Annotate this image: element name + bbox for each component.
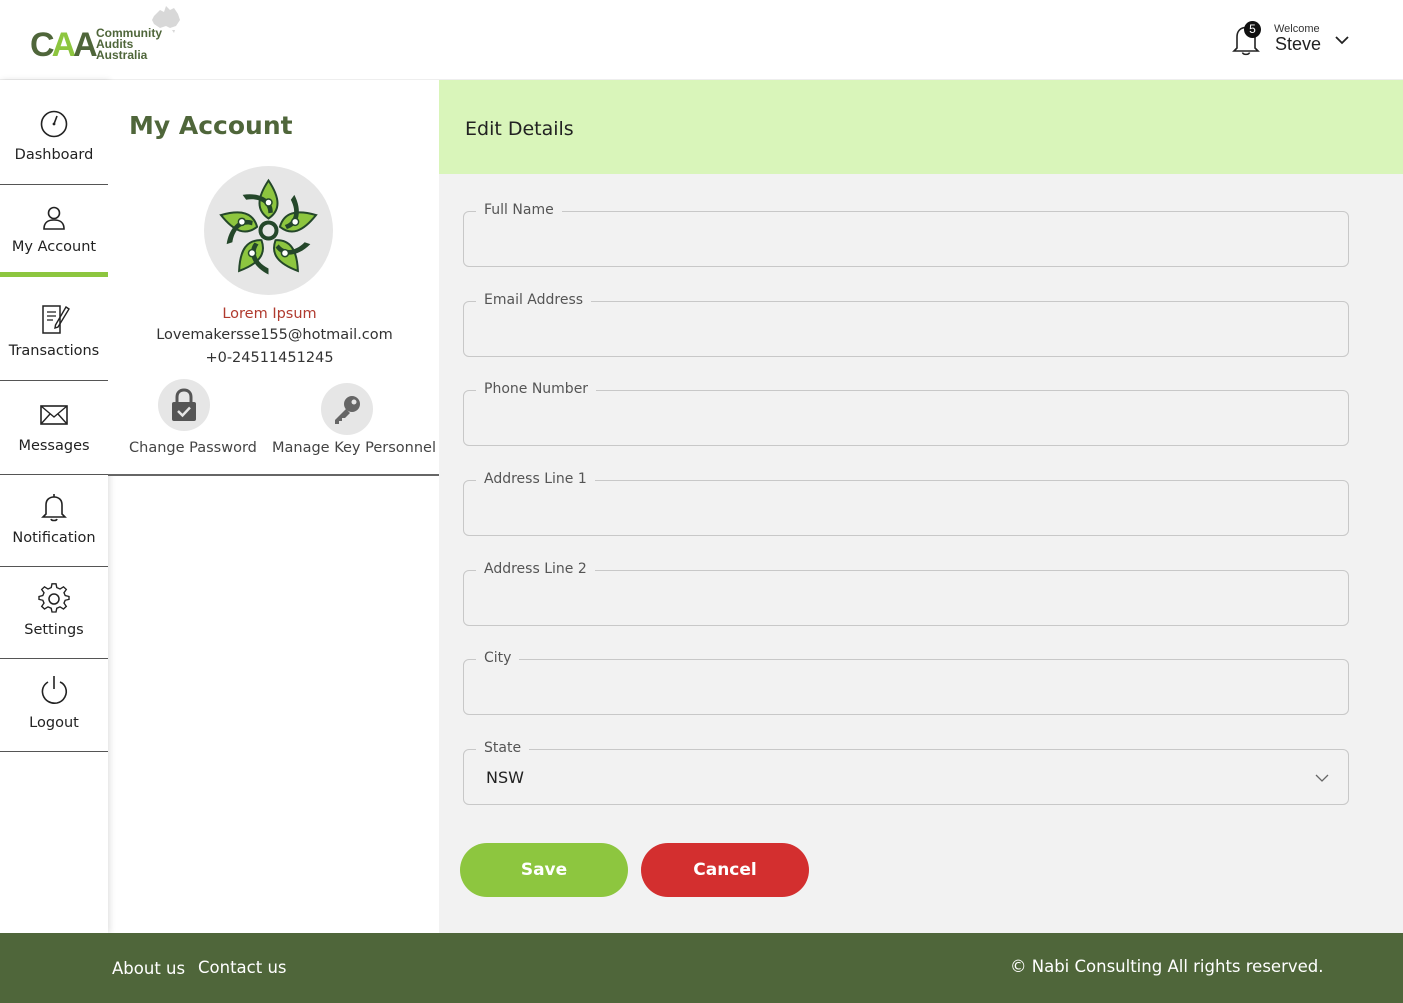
save-button[interactable]: Save: [460, 843, 628, 897]
page-title: My Account: [129, 111, 293, 140]
power-icon: [41, 676, 68, 704]
email-address-input[interactable]: [464, 302, 1348, 356]
city-field[interactable]: City: [463, 650, 1349, 715]
copyright-text: © Nabi Consulting All rights reserved.: [1010, 957, 1324, 976]
cancel-button[interactable]: Cancel: [641, 843, 809, 897]
sidebar-item-settings[interactable]: Settings: [0, 567, 108, 659]
speedometer-icon: [40, 110, 68, 138]
chevron-down-icon: [1315, 774, 1329, 782]
key-icon: [335, 396, 360, 424]
chevron-down-icon[interactable]: [1333, 31, 1351, 49]
logo-text: Community Audits Australia: [96, 26, 162, 62]
phone-number-label: Phone Number: [476, 381, 597, 397]
sidebar-item-dashboard[interactable]: Dashboard: [0, 80, 108, 185]
address-line-1-label: Address Line 1: [476, 471, 595, 487]
address-line-2-field[interactable]: Address Line 2: [463, 561, 1349, 626]
envelope-icon: [40, 405, 68, 425]
full-name-label: Full Name: [476, 202, 562, 218]
flower-emblem-icon: [219, 178, 318, 275]
sidebar-item-transactions[interactable]: Transactions: [0, 277, 108, 381]
account-email: Lovemakersse155@hotmail.com: [156, 327, 393, 343]
gear-icon: [38, 583, 70, 613]
state-selected-value: NSW: [486, 768, 524, 787]
logo-mark: CAA: [30, 26, 98, 64]
sidebar-item-messages[interactable]: Messages: [0, 381, 108, 475]
caa-logo[interactable]: CAA Community Audits Australia: [30, 4, 190, 64]
user-icon: [43, 206, 65, 230]
address-line-2-input[interactable]: [464, 571, 1348, 625]
edit-details-header: Edit Details: [439, 80, 1403, 174]
edit-details-panel: Edit Details Full Name Email Address Pho…: [439, 80, 1403, 933]
phone-number-field[interactable]: Phone Number: [463, 381, 1349, 446]
account-name: Lorem Ipsum: [222, 306, 317, 322]
full-name-field[interactable]: Full Name: [463, 202, 1349, 267]
manage-key-personnel-circle: [321, 383, 373, 435]
sidebar-item-my-account[interactable]: My Account: [0, 185, 108, 277]
sidebar-item-notification[interactable]: Notification: [0, 475, 108, 567]
about-us-link[interactable]: About us: [112, 959, 185, 978]
phone-number-input[interactable]: [464, 391, 1348, 445]
city-input[interactable]: [464, 660, 1348, 714]
top-header: CAA Community Audits Australia 5 Welcome…: [0, 0, 1403, 80]
contact-us-link[interactable]: Contact us: [198, 958, 287, 977]
notification-bell-button[interactable]: 5: [1231, 21, 1261, 57]
edit-details-title: Edit Details: [465, 118, 574, 140]
document-pen-icon: [42, 305, 70, 334]
email-address-field[interactable]: Email Address: [463, 292, 1349, 357]
full-name-input[interactable]: [464, 212, 1348, 266]
email-address-label: Email Address: [476, 292, 592, 308]
address-line-1-field[interactable]: Address Line 1: [463, 471, 1349, 536]
state-select[interactable]: State NSW: [463, 740, 1349, 805]
lock-icon: [172, 388, 196, 421]
city-label: City: [476, 650, 520, 666]
sidebar-item-logout[interactable]: Logout: [0, 659, 108, 752]
address-line-1-input[interactable]: [464, 481, 1348, 535]
footer: About us Contact us © Nabi Consulting Al…: [0, 933, 1403, 1003]
bell-icon: [41, 494, 67, 522]
sidebar: Dashboard My Account Transactions Messag…: [0, 80, 108, 933]
user-name[interactable]: Steve: [1275, 34, 1321, 55]
change-password-circle: [158, 379, 210, 431]
address-line-2-label: Address Line 2: [476, 561, 595, 577]
state-label: State: [476, 740, 530, 756]
notification-count-badge: 5: [1244, 21, 1261, 38]
account-phone: +0-24511451245: [205, 350, 334, 366]
account-panel: My Account Lorem Ipsum Lovemakersse155@h…: [108, 80, 439, 476]
avatar[interactable]: [204, 166, 333, 295]
